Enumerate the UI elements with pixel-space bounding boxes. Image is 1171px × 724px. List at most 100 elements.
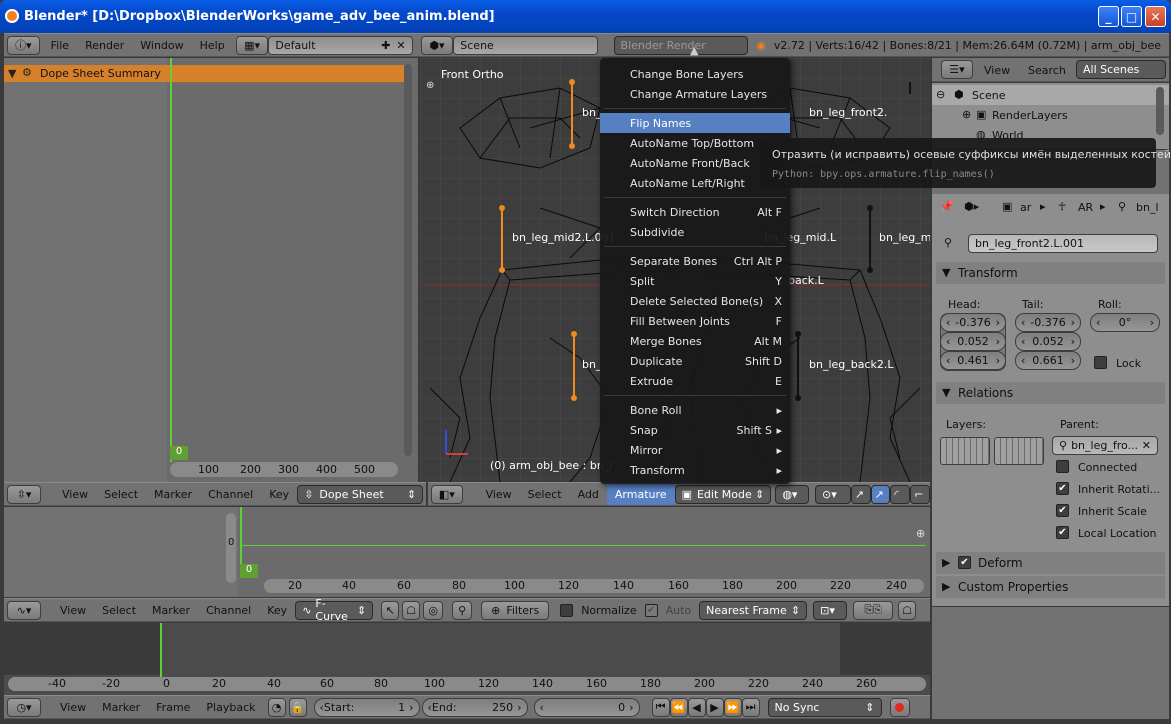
- outliner-menu-search[interactable]: Search: [1028, 64, 1066, 77]
- menu-item-mirror[interactable]: Mirror ▸: [600, 440, 790, 460]
- decrement-arrow-icon[interactable]: ‹: [946, 354, 950, 367]
- increment-arrow-icon[interactable]: ›: [1071, 316, 1075, 329]
- start-frame-field[interactable]: ‹ Start: 1 ›: [313, 697, 420, 717]
- menu-item-extrude[interactable]: Extrude E: [600, 371, 790, 391]
- custom-properties-panel-header[interactable]: ▶ Custom Properties: [936, 576, 1165, 598]
- filters-button[interactable]: ⊕ Filters: [481, 600, 550, 620]
- outliner-row-scene[interactable]: ⊖ ⬢ Scene: [932, 85, 1169, 105]
- menu-item-subdivide[interactable]: Subdivide: [600, 222, 790, 242]
- current-frame-field[interactable]: ‹ 0 ›: [533, 697, 640, 717]
- record-icon[interactable]: [889, 697, 910, 717]
- add-channel-plus-icon[interactable]: ⊕: [916, 527, 925, 540]
- copy-paste-keys-icon[interactable]: ⎘⎘: [853, 600, 894, 620]
- prev-keyframe-icon[interactable]: ⏪: [669, 697, 688, 717]
- increment-arrow-icon[interactable]: ›: [1071, 335, 1075, 348]
- jump-start-icon[interactable]: ⏮: [651, 697, 670, 717]
- pin-icon[interactable]: 📌: [940, 200, 954, 213]
- strip-vscroll[interactable]: [226, 513, 236, 583]
- menu-item-flip-names[interactable]: Flip Names: [600, 113, 790, 133]
- menu-item-merge-bones[interactable]: Merge Bones Alt M: [600, 331, 790, 351]
- only-errors-icon[interactable]: ◎: [423, 600, 444, 620]
- normalize-checkbox[interactable]: [560, 603, 574, 617]
- deform-checkbox[interactable]: ✔: [958, 556, 971, 569]
- editor-type-outliner-button[interactable]: ☰▾: [941, 60, 973, 79]
- menu-item-change-bone-layers[interactable]: Change Bone Layers: [600, 64, 790, 84]
- translate-manipulator-icon[interactable]: ↗: [870, 484, 891, 504]
- strip-ruler[interactable]: 20 40 60 80 100 120 140 160 180 200 220 …: [264, 579, 924, 593]
- editor-type-info-button[interactable]: ⓘ▾: [7, 35, 40, 55]
- editor-type-graph-button[interactable]: ∿▾: [7, 600, 41, 620]
- render-engine-select[interactable]: Blender Render: [613, 35, 749, 55]
- bone-name-field[interactable]: bn_leg_front2.L.001: [968, 234, 1158, 253]
- menu-item-change-armature-layers[interactable]: Change Armature Layers: [600, 84, 790, 104]
- decrement-arrow-icon[interactable]: ‹: [540, 701, 544, 714]
- collapse-arrow-icon[interactable]: ▼: [8, 67, 16, 80]
- outliner-row-renderlayers[interactable]: ⊕ ▣ RenderLayers: [932, 105, 1169, 125]
- tail-x-field[interactable]: ‹ -0.376 ›: [1015, 313, 1081, 332]
- timeline-menu-marker[interactable]: Marker: [94, 701, 148, 714]
- view-corner-plus-icon[interactable]: ⊕: [426, 80, 434, 91]
- decrement-arrow-icon[interactable]: ‹: [1021, 316, 1025, 329]
- dopesheet-menu-key[interactable]: Key: [261, 488, 297, 501]
- graph-menu-key[interactable]: Key: [259, 604, 295, 617]
- scene-icon[interactable]: ⬢▾: [420, 35, 454, 55]
- inherit-scale-checkbox[interactable]: ✔: [1056, 504, 1069, 517]
- scale-manipulator-icon[interactable]: ⌐: [910, 484, 931, 504]
- deform-panel-header[interactable]: ▶ ✔ Deform: [936, 552, 1165, 574]
- decrement-arrow-icon[interactable]: ‹: [946, 335, 950, 348]
- outliner-scrollbar[interactable]: [1156, 87, 1164, 135]
- add-layout-icon[interactable]: ✚: [381, 39, 390, 52]
- rotate-manipulator-icon[interactable]: ◜: [890, 484, 911, 504]
- play-icon[interactable]: ▶: [705, 697, 724, 717]
- jump-end-icon[interactable]: ⏭: [741, 697, 760, 717]
- viewport-menu-armature[interactable]: Armature: [606, 483, 675, 505]
- inherit-rotation-checkbox[interactable]: ✔: [1056, 482, 1069, 495]
- head-y-field[interactable]: ‹ 0.052 ›: [940, 332, 1006, 351]
- decrement-arrow-icon[interactable]: ‹: [1021, 354, 1025, 367]
- dopesheet-menu-marker[interactable]: Marker: [146, 488, 200, 501]
- layout-grid-icon[interactable]: ▦▾: [235, 35, 269, 55]
- menu-window[interactable]: Window: [132, 39, 191, 52]
- expand-icon[interactable]: ⊕: [962, 108, 971, 121]
- collapse-icon[interactable]: ⊖: [936, 88, 945, 101]
- graph-menu-view[interactable]: View: [52, 604, 94, 617]
- timeline-area[interactable]: -40 -20 0 20 40 60 80 100 120 140 160 18…: [4, 623, 930, 695]
- end-frame-field[interactable]: ‹ End: 250 ›: [421, 697, 528, 717]
- pivot-point-button[interactable]: ⊙▾: [815, 484, 851, 504]
- menu-file[interactable]: File: [43, 39, 77, 52]
- outliner-filter-select[interactable]: All Scenes: [1076, 60, 1166, 79]
- viewport-shading-button[interactable]: ◍▾: [775, 484, 810, 504]
- relations-panel-header[interactable]: ▼ Relations: [936, 382, 1165, 404]
- viewport-menu-view[interactable]: View: [478, 488, 520, 501]
- menu-help[interactable]: Help: [192, 39, 233, 52]
- timeline-menu-view[interactable]: View: [52, 701, 94, 714]
- outliner-menu-view[interactable]: View: [984, 64, 1010, 77]
- menu-item-split[interactable]: Split Y: [600, 271, 790, 291]
- maximize-button[interactable]: □: [1121, 6, 1142, 27]
- snap-mode-select[interactable]: Nearest Frame ⇕: [699, 600, 808, 620]
- dopesheet-menu-select[interactable]: Select: [96, 488, 146, 501]
- close-window-button[interactable]: ✕: [1145, 6, 1166, 27]
- timeline-menu-playback[interactable]: Playback: [198, 701, 263, 714]
- increment-arrow-icon[interactable]: ›: [996, 354, 1000, 367]
- dopesheet-menu-channel[interactable]: Channel: [200, 488, 261, 501]
- menu-item-switch-direction[interactable]: Switch Direction Alt F: [600, 202, 790, 222]
- graph-menu-select[interactable]: Select: [94, 604, 144, 617]
- transform-panel-header[interactable]: ▼ Transform: [936, 262, 1165, 284]
- scene-select[interactable]: Scene: [453, 35, 598, 55]
- local-location-checkbox[interactable]: ✔: [1056, 526, 1069, 539]
- bone-layers-grid-1[interactable]: [940, 437, 990, 465]
- dopesheet-vscroll[interactable]: [404, 64, 412, 456]
- pivot-select[interactable]: ⊡▾: [813, 600, 848, 620]
- increment-arrow-icon[interactable]: ›: [1150, 316, 1154, 329]
- head-z-field[interactable]: ‹ 0.461 ›: [940, 351, 1006, 370]
- decrement-arrow-icon[interactable]: ‹: [946, 316, 950, 329]
- graph-menu-marker[interactable]: Marker: [144, 604, 198, 617]
- menu-item-delete-bones[interactable]: Delete Selected Bone(s) X: [600, 291, 790, 311]
- play-reverse-icon[interactable]: ◀: [687, 697, 706, 717]
- manipulator-toggle-icon[interactable]: ↗: [850, 484, 871, 504]
- dopesheet-ruler[interactable]: 100 200 300 400 500: [170, 462, 398, 477]
- increment-arrow-icon[interactable]: ›: [629, 701, 633, 714]
- menu-item-snap[interactable]: Snap Shift S ▸: [600, 420, 790, 440]
- dopesheet-summary-row[interactable]: ▼ ⚙ Dope Sheet Summary: [4, 65, 404, 82]
